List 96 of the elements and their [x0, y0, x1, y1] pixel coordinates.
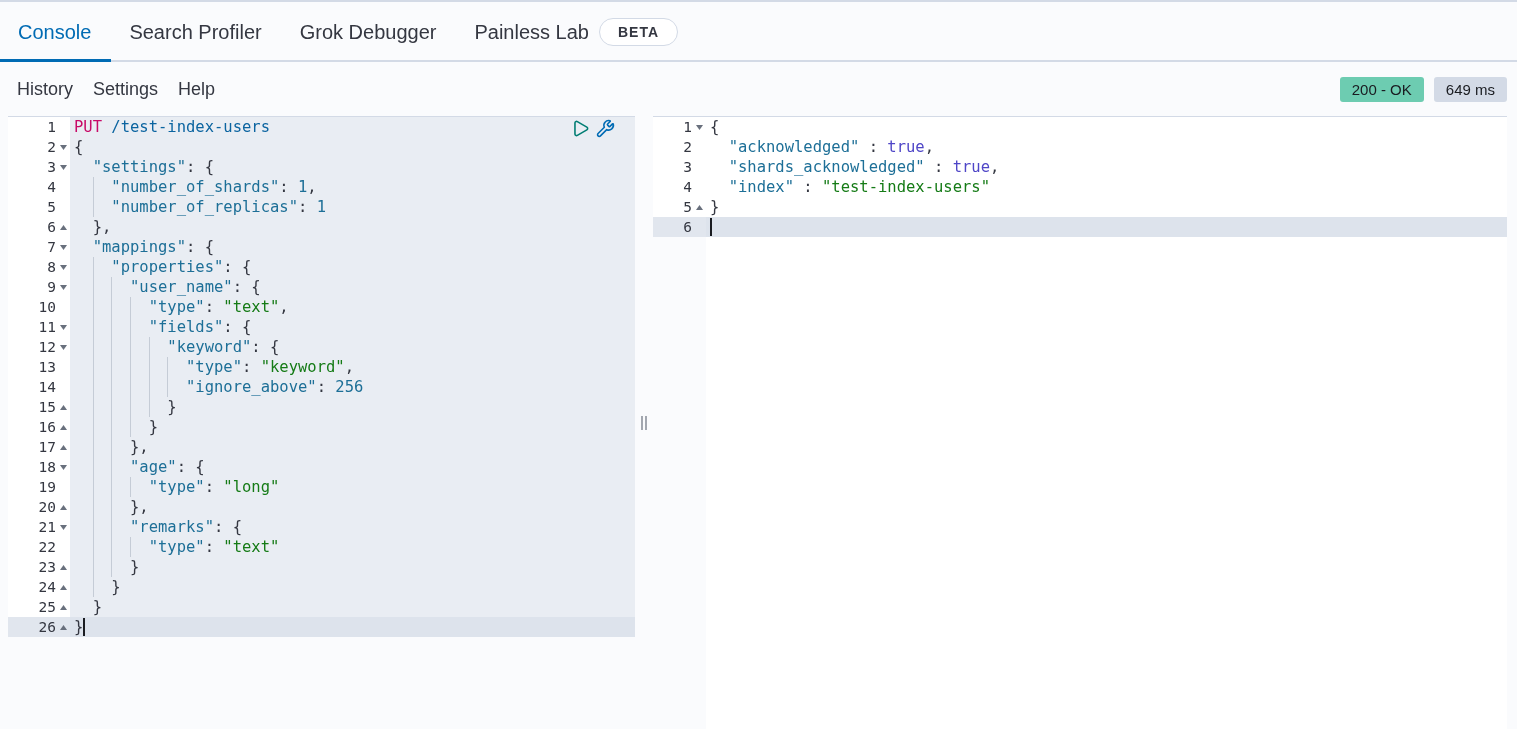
fold-icon[interactable]: [59, 144, 67, 150]
line-number: 4: [683, 179, 692, 195]
fold-icon[interactable]: [59, 584, 67, 590]
line-number: 14: [38, 379, 56, 395]
code-line: "user_name": {: [74, 277, 261, 297]
line-number: 12: [38, 339, 56, 355]
code-line: "fields": {: [74, 317, 252, 337]
tab[interactable]: Grok Debugger: [281, 2, 457, 62]
fold-icon[interactable]: [59, 604, 67, 610]
fold-icon[interactable]: [59, 244, 67, 250]
menu-item[interactable]: Help: [178, 78, 216, 100]
line-number: 6: [47, 219, 56, 235]
line-number: 25: [38, 599, 56, 615]
code-line: "number_of_shards": 1,: [74, 177, 317, 197]
code-line: "settings": {: [91, 157, 214, 177]
code-line: PUT /test-index-users: [74, 117, 270, 137]
line-number: 24: [38, 579, 56, 595]
code-line: "mappings": {: [91, 237, 214, 257]
wrench-icon[interactable]: [596, 119, 615, 138]
fold-icon[interactable]: [59, 164, 67, 170]
fold-icon[interactable]: [695, 204, 703, 210]
line-number: 23: [38, 559, 56, 575]
line-number: 16: [38, 419, 56, 435]
response-time-badge: 649 ms: [1433, 76, 1507, 102]
code-line: "index" : "test-index-users": [727, 177, 990, 197]
line-number: 26: [38, 619, 56, 635]
code-line: }: [74, 617, 84, 637]
code-line: {: [74, 137, 84, 157]
tab[interactable]: Painless Lab BETA: [456, 2, 699, 62]
line-number: 21: [38, 519, 56, 535]
code-line: }: [74, 417, 158, 437]
fold-icon[interactable]: [695, 124, 703, 130]
resize-handle-icon[interactable]: [641, 415, 647, 430]
fold-icon[interactable]: [59, 444, 67, 450]
code-line: },: [74, 437, 149, 457]
fold-icon[interactable]: [59, 344, 67, 350]
fold-icon[interactable]: [59, 224, 67, 230]
beta-badge: BETA: [598, 18, 679, 46]
code-line: }: [74, 397, 177, 417]
line-number: 8: [47, 259, 56, 275]
status-code-badge: 200 - OK: [1339, 76, 1424, 102]
fold-icon[interactable]: [59, 404, 67, 410]
code-line: }: [74, 577, 121, 597]
fold-icon[interactable]: [59, 264, 67, 270]
code-line: "keyword": {: [74, 337, 280, 357]
tab[interactable]: Search Profiler: [111, 2, 282, 62]
line-number: 10: [38, 299, 56, 315]
line-number: 11: [38, 319, 56, 335]
code-line: "type": "keyword",: [74, 357, 354, 377]
fold-icon[interactable]: [59, 504, 67, 510]
code-line: "shards_acknowledged" : true,: [727, 157, 1000, 177]
code-line: {: [710, 117, 720, 137]
code-line: "remarks": {: [74, 517, 242, 537]
code-line: "ignore_above": 256: [74, 377, 364, 397]
line-number: 19: [38, 479, 56, 495]
menu-item[interactable]: History: [17, 78, 73, 100]
code-line: "type": "text",: [74, 297, 289, 317]
line-number: 18: [38, 459, 56, 475]
tab[interactable]: Console: [0, 2, 112, 62]
line-number: 1: [47, 119, 56, 135]
line-number: 4: [47, 179, 56, 195]
fold-icon[interactable]: [59, 424, 67, 430]
code-line: "acknowledged" : true,: [727, 137, 934, 157]
line-number: 6: [683, 219, 692, 235]
line-number: 5: [47, 199, 56, 215]
line-number: 2: [47, 139, 56, 155]
fold-icon[interactable]: [59, 284, 67, 290]
code-line: },: [91, 217, 112, 237]
line-number: 17: [38, 439, 56, 455]
line-number: 7: [47, 239, 56, 255]
fold-icon[interactable]: [59, 624, 67, 630]
code-line: "type": "long": [74, 477, 280, 497]
code-line: "type": "text": [74, 537, 280, 557]
fold-icon[interactable]: [59, 564, 67, 570]
code-line: "properties": {: [74, 257, 252, 277]
line-number: 5: [683, 199, 692, 215]
line-number: 1: [683, 119, 692, 135]
line-number: 13: [38, 359, 56, 375]
code-line: }: [91, 597, 102, 617]
code-line: }: [710, 197, 720, 217]
line-number: 22: [38, 539, 56, 555]
play-icon[interactable]: [571, 119, 590, 138]
line-number: 3: [683, 159, 692, 175]
code-line: }: [74, 557, 140, 577]
code-line: "number_of_replicas": 1: [74, 197, 326, 217]
menu-item[interactable]: Settings: [93, 78, 159, 100]
code-line: "age": {: [74, 457, 205, 477]
code-line: },: [74, 497, 149, 517]
line-number: 20: [38, 499, 56, 515]
line-number: 9: [47, 279, 56, 295]
line-number: 15: [38, 399, 56, 415]
fold-icon[interactable]: [59, 324, 67, 330]
fold-icon[interactable]: [59, 524, 67, 530]
fold-icon[interactable]: [59, 464, 67, 470]
line-number: 3: [47, 159, 56, 175]
line-number: 2: [683, 139, 692, 155]
